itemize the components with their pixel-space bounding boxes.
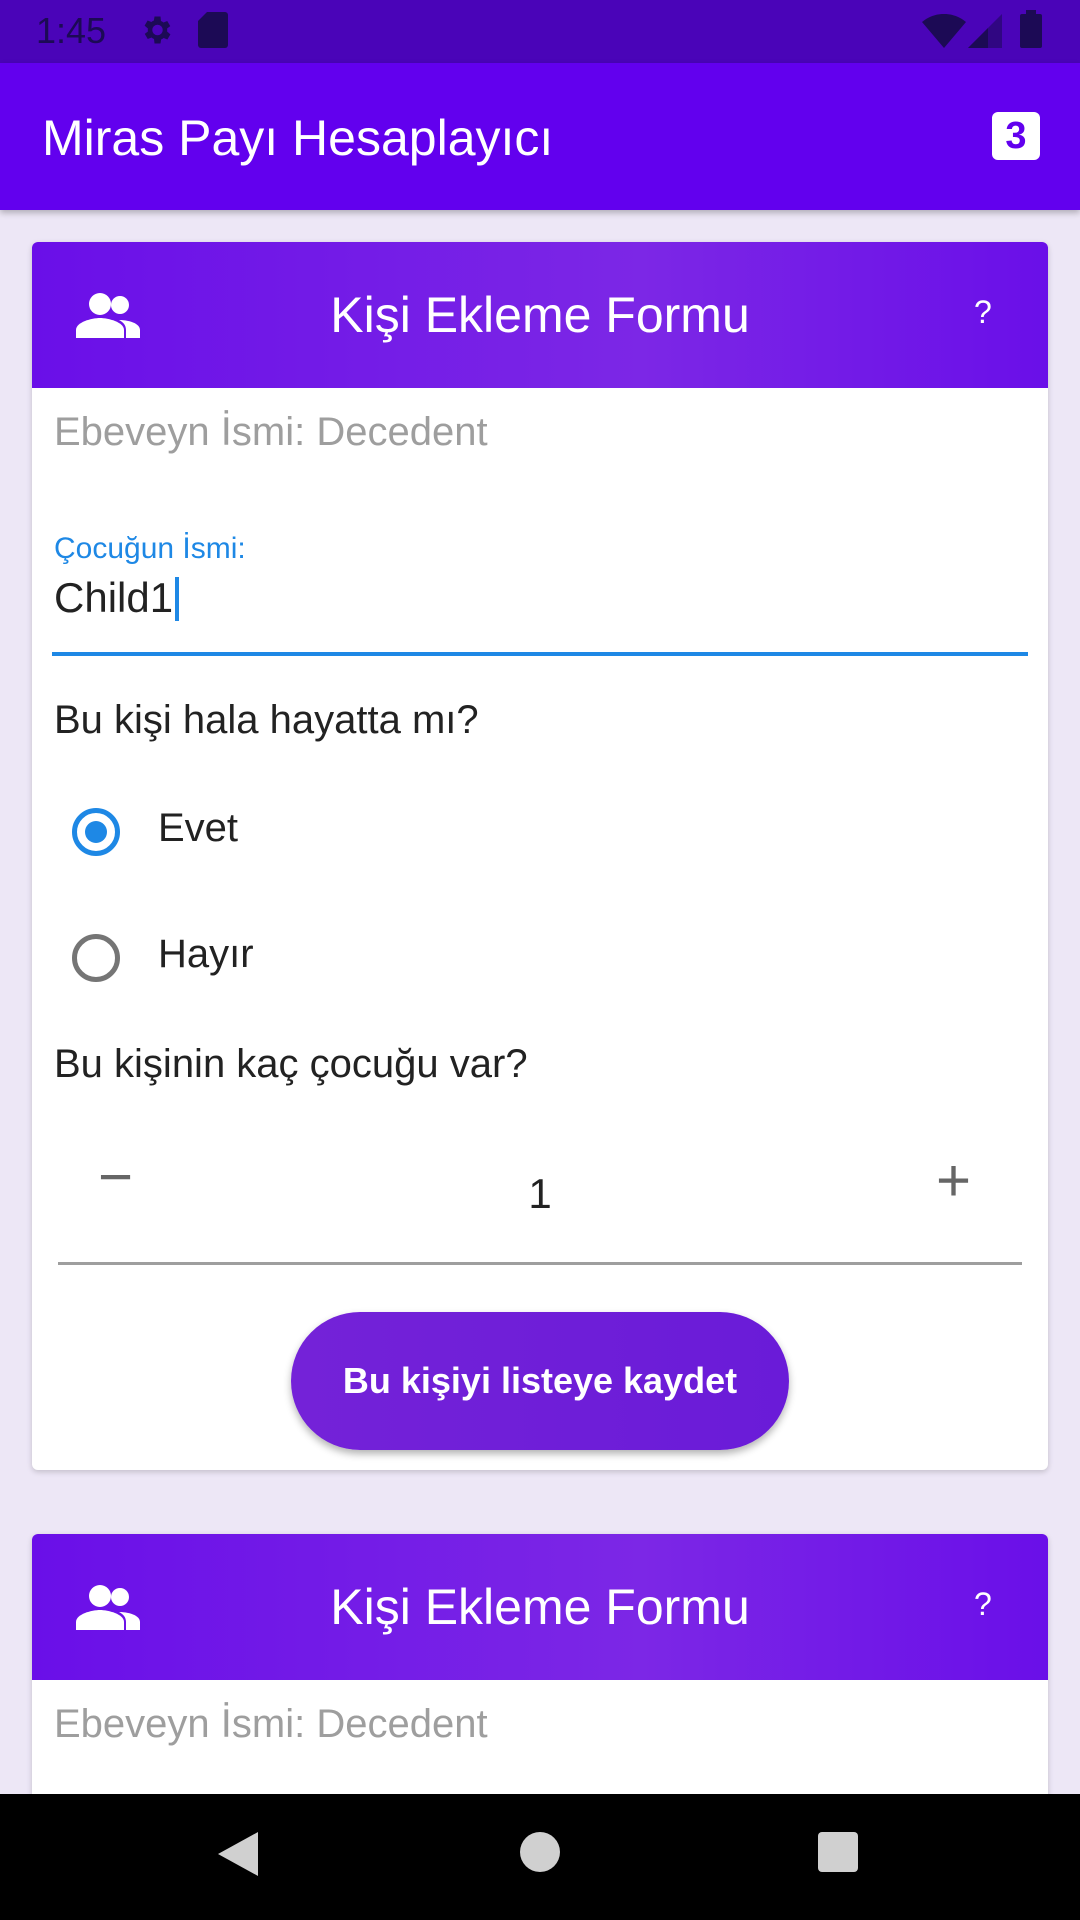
stepper-underline [58, 1262, 1022, 1265]
sd-card-icon [198, 12, 228, 48]
status-time: 1:45 [36, 10, 107, 51]
help-button-2[interactable]: ? [974, 1586, 992, 1623]
recents-icon[interactable] [818, 1832, 858, 1872]
child-name-input[interactable]: Child1 [54, 574, 180, 623]
card-header: Kişi Ekleme Formu ? [32, 242, 1048, 388]
wifi-icon [922, 14, 966, 48]
card-title-2: Kişi Ekleme Formu [330, 1579, 750, 1635]
increment-button[interactable]: + [936, 1146, 971, 1215]
back-icon[interactable] [216, 1830, 260, 1878]
child-name-label: Çocuğun İsmi: [54, 532, 246, 565]
cellular-signal-icon [968, 14, 1002, 48]
child-name-underline [52, 652, 1028, 656]
app-title: Miras Payı Hesaplayıcı [42, 110, 554, 166]
parent-name-label: Ebeveyn İsmi: Decedent [54, 410, 488, 454]
system-nav-bar [0, 1794, 1080, 1920]
notification-badge[interactable]: 3 [992, 112, 1040, 160]
app-bar: Miras Payı Hesaplayıcı 3 [0, 63, 1080, 210]
radio-hayir-label[interactable]: Hayır [158, 932, 254, 977]
alive-question: Bu kişi hala hayatta mı? [54, 698, 479, 742]
radio-evet[interactable] [72, 808, 120, 856]
home-icon[interactable] [520, 1832, 560, 1872]
card-header-2: Kişi Ekleme Formu ? [32, 1534, 1048, 1680]
children-question: Bu kişinin kaç çocuğu var? [54, 1042, 528, 1086]
text-caret [175, 576, 180, 621]
status-bar: 1:45 [0, 0, 1080, 63]
save-person-button[interactable]: Bu kişiyi listeye kaydet [291, 1312, 789, 1450]
parent-name-label-2: Ebeveyn İsmi: Decedent [54, 1702, 488, 1746]
battery-icon [1020, 10, 1042, 48]
settings-gear-icon [144, 16, 171, 44]
person-form-card-2: Kişi Ekleme Formu ? Ebeveyn İsmi: Decede… [32, 1534, 1048, 1824]
person-form-card: Kişi Ekleme Formu ? Ebeveyn İsmi: Decede… [32, 242, 1048, 1470]
radio-evet-label[interactable]: Evet [158, 806, 238, 851]
card-title: Kişi Ekleme Formu [330, 287, 750, 343]
children-count-value[interactable]: 1 [32, 1170, 1048, 1218]
radio-hayir[interactable] [72, 934, 120, 982]
child-name-value: Child1 [54, 574, 174, 621]
help-button[interactable]: ? [974, 294, 992, 331]
